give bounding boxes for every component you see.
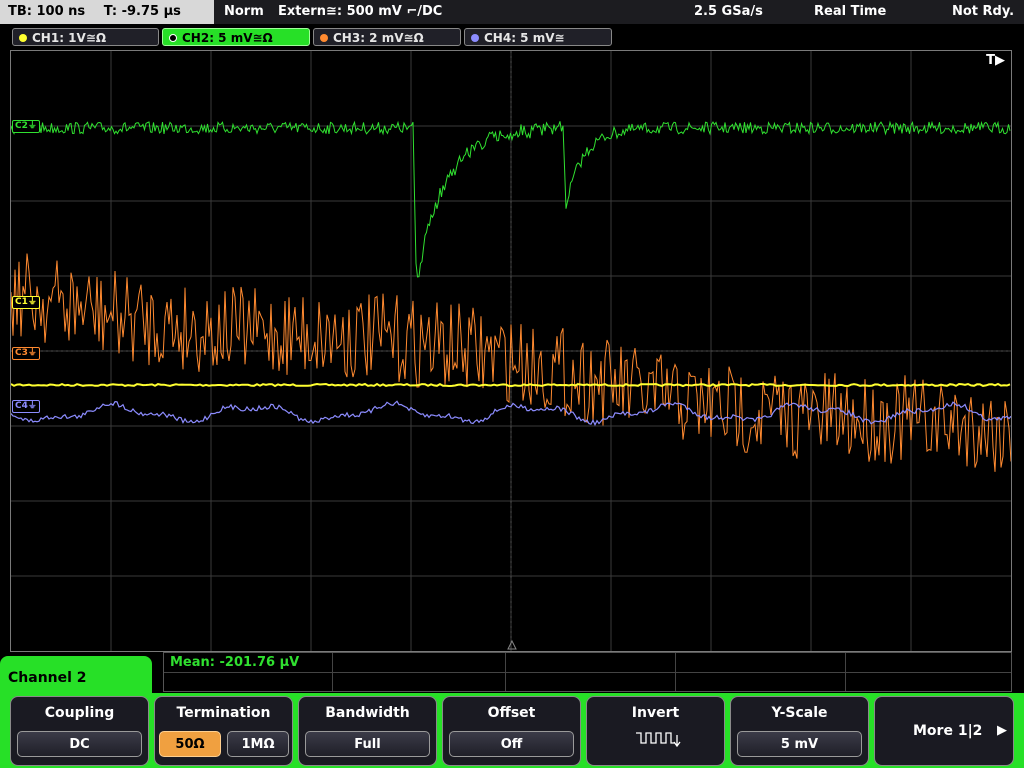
waveform-display[interactable]: T▶ [10,50,1012,652]
ch1-dot-icon [19,34,27,42]
trigger-mode[interactable]: Norm [224,0,264,24]
square-wave-invert-icon [636,732,681,748]
channel-menu-title: Channel 2 [8,670,87,686]
measurement-divider [845,653,846,691]
more-softkey[interactable]: More 1|2 ▶ [874,696,1014,766]
coupling-value-button[interactable]: DC [17,731,142,757]
ch3-tab-label: CH3: 2 mV≅Ω [333,31,424,45]
sample-rate: 2.5 GSa/s [694,4,763,19]
invert-title: Invert [631,705,680,721]
coupling-softkey[interactable]: Coupling DC [10,696,149,766]
channel-tab-ch4[interactable]: CH4: 5 mV≅ [464,28,612,46]
trigger-position-icon [507,639,517,650]
bandwidth-softkey[interactable]: Bandwidth Full [298,696,437,766]
bandwidth-title: Bandwidth [325,705,410,721]
channel-tab-ch2[interactable]: CH2: 5 mV≅Ω [162,28,310,46]
invert-softkey[interactable]: Invert [586,696,725,766]
yscale-title: Y-Scale [771,705,828,721]
status-bar: TB: 100 ns T: -9.75 µs Norm Extern≅: 500… [0,0,1024,24]
measurement-divider [332,653,333,691]
ch2-tab-label: CH2: 5 mV≅Ω [182,31,273,45]
trigger-time-readout: T: -9.75 µs [103,4,181,19]
ch3-dot-icon [320,34,328,42]
measurement-panel[interactable]: Mean: -201.76 µV [163,652,1012,692]
timebase-box[interactable]: TB: 100 ns T: -9.75 µs [0,0,214,24]
channel-menu-tab: Channel 2 [0,656,152,696]
trigger-flag-icon: T▶ [986,53,1005,68]
ch2-ground-marker[interactable]: C2⏚ [12,120,40,133]
channel-tab-ch3[interactable]: CH3: 2 mV≅Ω [313,28,461,46]
ch2-dot-icon [169,34,177,42]
yscale-value-button[interactable]: 5 mV [737,731,862,757]
grid [11,51,1011,651]
measurement-divider [164,672,1011,673]
timebase-readout: TB: 100 ns [8,4,86,19]
termination-title: Termination [176,705,271,721]
termination-1mohm-button[interactable]: 1MΩ [227,731,289,757]
more-label: More 1|2 [913,723,983,739]
arrow-right-icon: ▶ [997,723,1007,738]
measurement-divider [675,653,676,691]
offset-softkey[interactable]: Offset Off [442,696,581,766]
channel-tab-ch1[interactable]: CH1: 1V≅Ω [12,28,159,46]
ch1-tab-label: CH1: 1V≅Ω [32,31,107,45]
ch4-dot-icon [471,34,479,42]
termination-50ohm-button[interactable]: 50Ω [159,731,221,757]
ch3-ground-marker[interactable]: C3⏚ [12,347,40,360]
measurement-divider [505,653,506,691]
termination-softkey[interactable]: Termination 50Ω 1MΩ [154,696,293,766]
offset-value-button[interactable]: Off [449,731,574,757]
coupling-title: Coupling [44,705,115,721]
offset-title: Offset [487,705,536,721]
acquisition-mode: Real Time [814,4,887,19]
yscale-softkey[interactable]: Y-Scale 5 mV [730,696,869,766]
waveform-canvas [11,51,1011,651]
ch4-tab-label: CH4: 5 mV≅ [484,31,565,45]
ch1-ground-marker[interactable]: C1⏚ [12,296,40,309]
ch4-ground-marker[interactable]: C4⏚ [12,400,40,413]
trigger-source[interactable]: Extern≅: 500 mV ⌐/DC [278,0,442,24]
mean-measurement: Mean: -201.76 µV [170,655,300,670]
bandwidth-value-button[interactable]: Full [305,731,430,757]
ready-state: Not Rdy. [952,4,1015,19]
